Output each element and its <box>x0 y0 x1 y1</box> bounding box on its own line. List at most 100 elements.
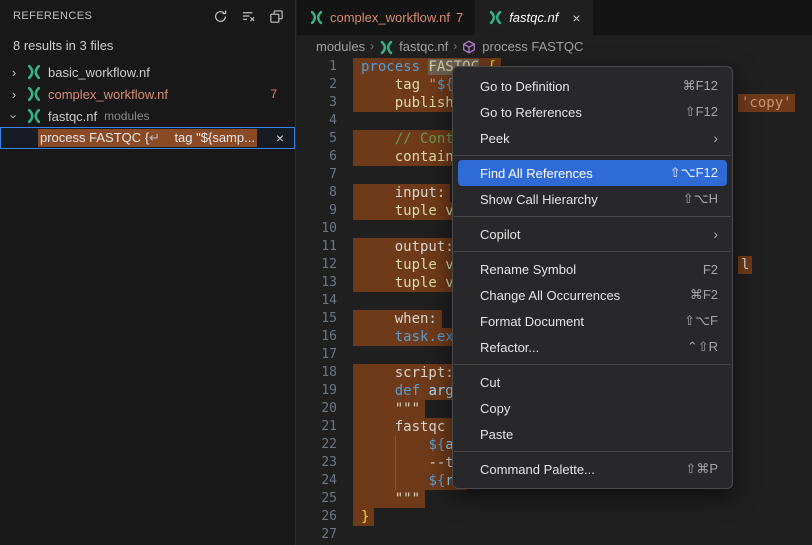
panel-title: REFERENCES <box>13 10 92 22</box>
result-count-badge: 7 <box>270 87 277 101</box>
chevron-right-icon[interactable]: › <box>6 65 22 80</box>
code-text: tuple va <box>353 202 467 220</box>
line-number[interactable]: 25 <box>297 490 337 508</box>
menu-item-command-palette[interactable]: Command Palette...⇧⌘P <box>453 456 732 482</box>
menu-item-shortcut: ⇧F12 <box>685 104 718 120</box>
menu-item-copy[interactable]: Copy <box>453 395 732 421</box>
tree-file-row[interactable]: ›fastqc.nfmodules <box>0 105 295 127</box>
breadcrumb-item-file[interactable]: fastqc.nf <box>399 39 448 54</box>
menu-separator <box>454 216 731 217</box>
return-symbol: ↵ <box>149 130 160 145</box>
line-number[interactable]: 8 <box>297 184 337 202</box>
menu-item-shortcut: ⌃⇧R <box>687 339 718 355</box>
breadcrumb-item-modules[interactable]: modules <box>316 39 365 54</box>
breadcrumb-item-symbol[interactable]: process FASTQC <box>482 39 583 54</box>
code-token <box>361 185 395 201</box>
menu-item-refactor[interactable]: Refactor...⌃⇧R <box>453 334 732 360</box>
collapse-all-icon[interactable] <box>265 5 287 27</box>
line-number[interactable]: 13 <box>297 274 337 292</box>
line-number[interactable]: 26 <box>297 508 337 526</box>
clear-all-icon[interactable] <box>237 5 259 27</box>
line-number[interactable]: 22 <box>297 436 337 454</box>
code-token <box>361 77 395 93</box>
tab-close-icon[interactable]: × <box>572 10 580 26</box>
code-token <box>361 275 395 291</box>
tab-complex-workflow[interactable]: complex_workflow.nf 7 <box>297 0 476 35</box>
line-number[interactable]: 21 <box>297 418 337 436</box>
line-number[interactable]: 16 <box>297 328 337 346</box>
tab-label: complex_workflow.nf <box>330 10 450 25</box>
menu-item-change-all-occurrences[interactable]: Change All Occurrences⌘F2 <box>453 282 732 308</box>
line-number[interactable]: 10 <box>297 220 337 238</box>
menu-item-format-document[interactable]: Format Document⇧⌥F <box>453 308 732 334</box>
dismiss-reference-icon[interactable]: × <box>276 130 284 146</box>
menu-item-go-to-definition[interactable]: Go to Definition⌘F12 <box>453 73 732 99</box>
tree-file-row[interactable]: ›basic_workflow.nf <box>0 61 295 83</box>
menu-item-shortcut: ⌘F2 <box>690 287 718 303</box>
code-token: """ <box>395 401 420 417</box>
line-number[interactable]: 3 <box>297 94 337 112</box>
results-summary: 8 results in 3 files <box>0 32 295 59</box>
line-number[interactable]: 9 <box>297 202 337 220</box>
menu-item-copilot[interactable]: Copilot› <box>453 221 732 247</box>
line-number[interactable]: 27 <box>297 526 337 544</box>
code-line[interactable]: """ <box>361 490 812 508</box>
tab-fastqc[interactable]: fastqc.nf × <box>476 0 592 35</box>
line-number[interactable]: 15 <box>297 310 337 328</box>
code-text: def args <box>353 382 467 400</box>
code-token: " <box>428 77 436 93</box>
line-number[interactable]: 7 <box>297 166 337 184</box>
symbol-module-icon <box>462 40 477 55</box>
chevron-down-icon[interactable]: › <box>7 108 22 124</box>
line-number[interactable]: 24 <box>297 472 337 490</box>
menu-item-show-call-hierarchy[interactable]: Show Call Hierarchy⇧⌥H <box>453 186 732 212</box>
code-line[interactable]: } <box>361 508 812 526</box>
code-token: process <box>361 59 428 75</box>
line-number[interactable]: 1 <box>297 58 337 76</box>
menu-item-rename-symbol[interactable]: Rename SymbolF2 <box>453 256 732 282</box>
menu-item-go-to-references[interactable]: Go to References⇧F12 <box>453 99 732 125</box>
menu-item-cut[interactable]: Cut <box>453 369 732 395</box>
nextflow-icon <box>26 108 42 124</box>
line-number[interactable]: 5 <box>297 130 337 148</box>
menu-separator <box>454 451 731 452</box>
breadcrumb-separator: › <box>370 39 374 53</box>
code-text: tag "${s <box>353 76 467 94</box>
code-line[interactable] <box>361 526 812 544</box>
nextflow-icon <box>26 86 42 102</box>
line-number[interactable]: 14 <box>297 292 337 310</box>
panel-header: REFERENCES <box>0 0 295 32</box>
line-number[interactable]: 17 <box>297 346 337 364</box>
menu-separator <box>454 155 731 156</box>
menu-item-label: Format Document <box>480 314 684 329</box>
code-token <box>361 419 395 435</box>
menu-item-label: Change All Occurrences <box>480 288 690 303</box>
references-panel: REFERENCES 8 results in 3 files ›basic_w… <box>0 0 296 545</box>
line-number[interactable]: 19 <box>297 382 337 400</box>
code-token: """ <box>395 491 420 507</box>
line-number[interactable]: 6 <box>297 148 337 166</box>
line-number[interactable]: 20 <box>297 400 337 418</box>
refresh-icon[interactable] <box>209 5 231 27</box>
line-number[interactable]: 12 <box>297 256 337 274</box>
line-number[interactable]: 2 <box>297 76 337 94</box>
code-text: tuple va <box>353 256 467 274</box>
tree-file-row[interactable]: ›complex_workflow.nf7 <box>0 83 295 105</box>
menu-item-label: Cut <box>480 375 718 390</box>
line-number[interactable]: 23 <box>297 454 337 472</box>
code-token <box>361 437 428 453</box>
menu-separator <box>454 251 731 252</box>
vscode-window: REFERENCES 8 results in 3 files ›basic_w… <box>0 0 812 545</box>
menu-item-peek[interactable]: Peek› <box>453 125 732 151</box>
menu-item-find-all-references[interactable]: Find All References⇧⌥F12 <box>458 160 727 186</box>
code-token <box>361 365 395 381</box>
menu-item-paste[interactable]: Paste <box>453 421 732 447</box>
line-number[interactable]: 11 <box>297 238 337 256</box>
code-token: when: <box>395 311 437 327</box>
code-text: } <box>353 508 374 526</box>
chevron-right-icon[interactable]: › <box>6 87 22 102</box>
line-number[interactable]: 18 <box>297 364 337 382</box>
reference-result-row[interactable]: process FASTQC {↵ tag "${samp...× <box>0 127 295 149</box>
menu-item-label: Go to Definition <box>480 79 683 94</box>
line-number[interactable]: 4 <box>297 112 337 130</box>
